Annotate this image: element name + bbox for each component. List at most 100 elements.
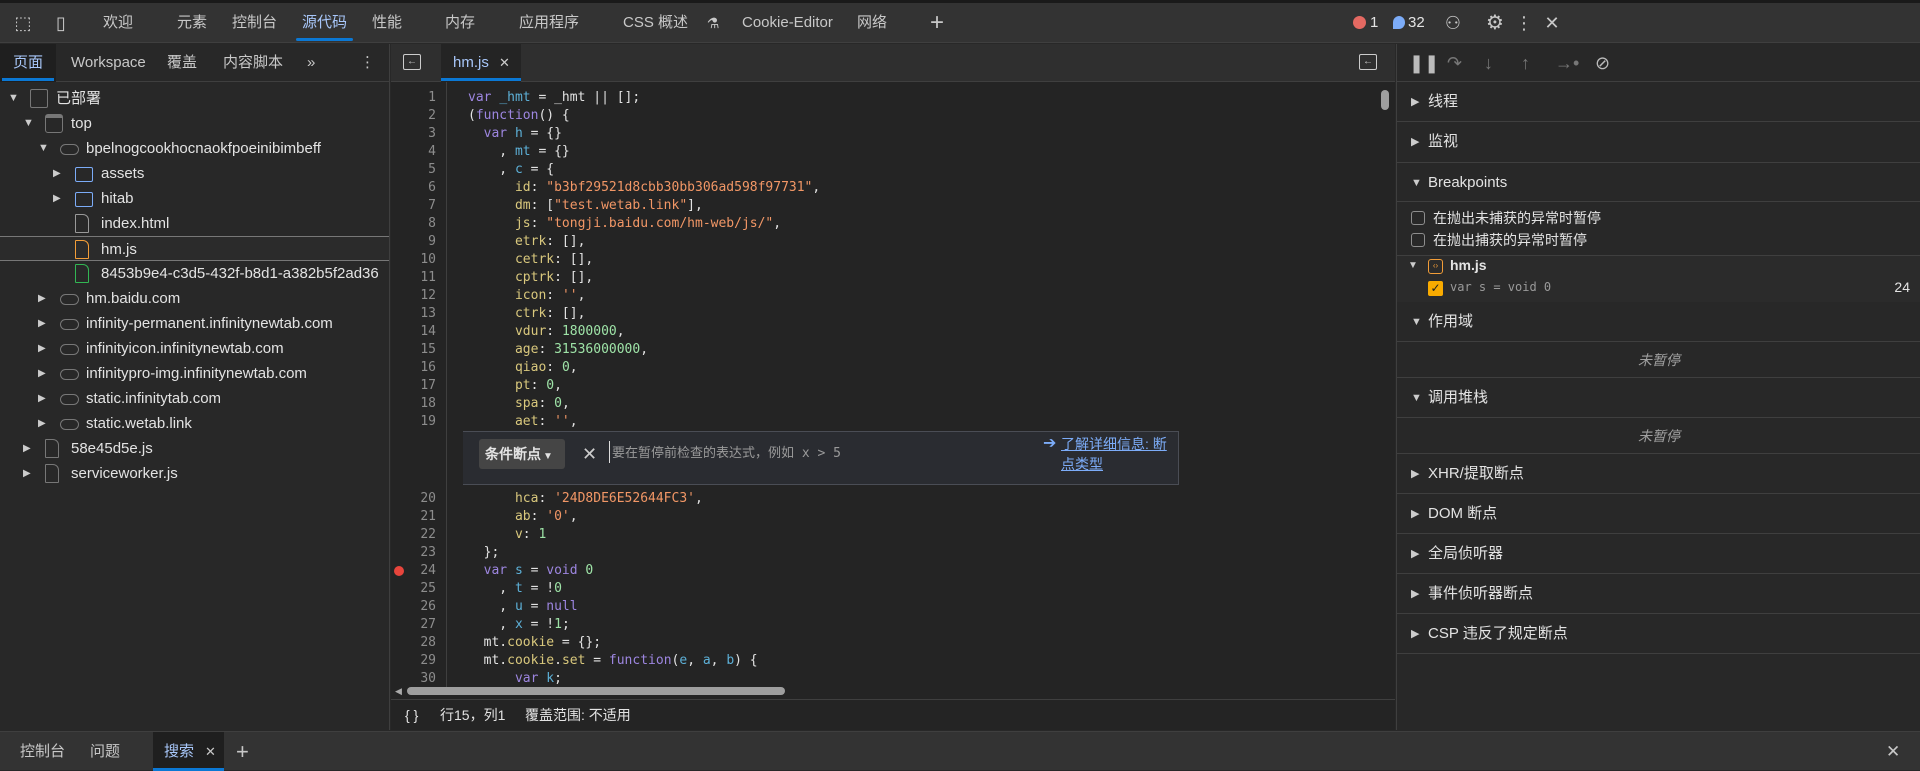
tree-item[interactable]: ▶ serviceworker.js	[0, 461, 389, 486]
line-number[interactable]: 9	[396, 233, 436, 251]
code-line[interactable]: var s = void 0	[468, 562, 594, 580]
navigator-menu-icon[interactable]: ⋮	[360, 44, 375, 82]
line-number[interactable]: 14	[396, 323, 436, 341]
line-number[interactable]: 11	[396, 269, 436, 287]
code-line[interactable]: var _hmt = _hmt || [];	[468, 89, 640, 107]
tab-performance[interactable]: 性能	[372, 3, 402, 43]
step-over-icon[interactable]: ↷	[1447, 44, 1462, 82]
code-line[interactable]: spa: 0,	[468, 395, 570, 413]
expand-arrow-icon[interactable]: ▶	[38, 386, 46, 411]
more-options-icon[interactable]: ⋮	[1515, 3, 1533, 43]
code-line[interactable]: mt.cookie = {};	[468, 634, 601, 652]
tree-item[interactable]: ▶ infinityicon.infinitynewtab.com	[0, 336, 389, 361]
line-number[interactable]: 29	[396, 652, 436, 670]
collapse-arrow-icon[interactable]: ▼	[1408, 260, 1418, 271]
pause-caught-checkbox[interactable]	[1411, 233, 1425, 247]
deactivate-breakpoints-icon[interactable]: ⊘	[1595, 44, 1610, 82]
expand-arrow-icon[interactable]: ▶	[38, 361, 46, 386]
line-number[interactable]: 5	[396, 161, 436, 179]
horizontal-scrollbar[interactable]: ◀	[391, 684, 1395, 699]
section-call-stack[interactable]: ▼ 调用堆栈	[1397, 378, 1920, 418]
toggle-navigator-icon[interactable]: ←	[403, 54, 421, 70]
line-number[interactable]: 21	[396, 508, 436, 526]
code-line[interactable]: id: "b3bf29521d8cbb30bb306ad598f97731",	[468, 179, 820, 197]
close-breakpoint-editor-icon[interactable]: ✕	[582, 439, 597, 469]
code-line[interactable]: js: "tongji.baidu.com/hm-web/js/",	[468, 215, 781, 233]
tree-item[interactable]: ▶ 58e45d5e.js	[0, 436, 389, 461]
error-count[interactable]: 1	[1370, 3, 1378, 43]
tab-network[interactable]: 网络	[857, 3, 887, 43]
breakpoint-marker-icon[interactable]	[394, 566, 404, 576]
expand-arrow-icon[interactable]: ▶	[38, 311, 46, 336]
tree-item[interactable]: ▶ hm.baidu.com	[0, 286, 389, 311]
section-scope[interactable]: ▼ 作用域	[1397, 302, 1920, 342]
line-number[interactable]: 8	[396, 215, 436, 233]
code-line[interactable]: var h = {}	[468, 125, 562, 143]
tree-item[interactable]: hm.js	[0, 236, 389, 261]
code-line[interactable]: , c = {	[468, 161, 554, 179]
drawer-tab-console[interactable]: 控制台	[20, 732, 65, 771]
line-number[interactable]: 16	[396, 359, 436, 377]
learn-more-link[interactable]: 了解详细信息: 断点类型	[1061, 434, 1178, 474]
line-number[interactable]: 20	[396, 490, 436, 508]
section-watch[interactable]: ▶ 监视	[1397, 122, 1920, 162]
tab-page[interactable]: 页面	[0, 44, 57, 82]
line-number[interactable]: 26	[396, 598, 436, 616]
code-line[interactable]: pt: 0,	[468, 377, 562, 395]
collapse-arrow-icon[interactable]: ▼	[38, 136, 49, 161]
line-number[interactable]: 12	[396, 287, 436, 305]
code-line[interactable]: icon: '',	[468, 287, 585, 305]
line-number[interactable]: 4	[396, 143, 436, 161]
tree-item[interactable]: 8453b9e4-c3d5-432f-b8d1-a382b5f2ad36	[0, 261, 389, 286]
add-drawer-tab-icon[interactable]: +	[236, 732, 249, 771]
editor-tab-hm-js[interactable]: hm.js ✕	[441, 44, 521, 82]
line-number[interactable]: 25	[396, 580, 436, 598]
code-line[interactable]: etrk: [],	[468, 233, 585, 251]
section-3[interactable]: ▶ 事件侦听器断点	[1397, 574, 1920, 614]
code-line[interactable]: v: 1	[468, 526, 546, 544]
expand-arrow-icon[interactable]: ▶	[38, 411, 46, 436]
code-line[interactable]: };	[468, 544, 500, 562]
step-icon[interactable]: →•	[1555, 44, 1579, 82]
tab-workspace[interactable]: Workspace	[71, 44, 146, 82]
breakpoint-enabled-checkbox[interactable]: ✓	[1428, 281, 1443, 296]
tree-item[interactable]: ▶ infinity-permanent.infinitynewtab.com	[0, 311, 389, 336]
vertical-scrollbar-thumb[interactable]	[1381, 90, 1389, 110]
section-threads[interactable]: ▶ 线程	[1397, 82, 1920, 122]
code-line[interactable]: dm: ["test.wetab.link"],	[468, 197, 703, 215]
settings-gear-icon[interactable]: ⚙	[1483, 3, 1507, 43]
inspect-element-icon[interactable]: ⬚	[10, 3, 36, 43]
code-line[interactable]: aet: '',	[468, 413, 578, 431]
tree-item[interactable]: ▼ top	[0, 111, 389, 136]
section-1[interactable]: ▶ DOM 断点	[1397, 494, 1920, 534]
line-number[interactable]: 23	[396, 544, 436, 562]
tree-item[interactable]: ▶ hitab	[0, 186, 389, 211]
line-number[interactable]: 2	[396, 107, 436, 125]
section-0[interactable]: ▶ XHR/提取断点	[1397, 454, 1920, 494]
code-line[interactable]: ctrk: [],	[468, 305, 585, 323]
device-toolbar-icon[interactable]: ▯	[48, 3, 74, 43]
breakpoint-code[interactable]: var s = void 0	[1450, 280, 1551, 294]
collapse-arrow-icon[interactable]: ▼	[23, 111, 34, 136]
code-line[interactable]: age: 31536000000,	[468, 341, 648, 359]
tree-item[interactable]: ▶ static.infinitytab.com	[0, 386, 389, 411]
code-line[interactable]: , x = !1;	[468, 616, 569, 634]
message-count[interactable]: 32	[1408, 3, 1425, 43]
step-into-icon[interactable]: ↓	[1484, 44, 1493, 82]
line-number[interactable]: 22	[396, 526, 436, 544]
tab-content-scripts[interactable]: 内容脚本	[223, 44, 283, 82]
expand-arrow-icon[interactable]: ▶	[23, 461, 31, 486]
collapse-arrow-icon[interactable]: ▼	[8, 86, 19, 111]
tab-console[interactable]: 控制台	[232, 3, 277, 43]
expand-arrow-icon[interactable]: ▶	[53, 161, 61, 186]
section-breakpoints[interactable]: ▼ Breakpoints	[1397, 162, 1920, 202]
toggle-debugger-icon[interactable]: ←	[1359, 54, 1377, 70]
tab-welcome[interactable]: 欢迎	[103, 3, 133, 43]
close-drawer-icon[interactable]: ✕	[1886, 732, 1900, 771]
code-line[interactable]: , u = null	[468, 598, 577, 616]
tree-item[interactable]: ▶ infinitypro-img.infinitynewtab.com	[0, 361, 389, 386]
more-tabs-icon[interactable]: »	[307, 44, 315, 82]
code-line[interactable]: , t = !0	[468, 580, 562, 598]
drawer-tab-search[interactable]: 搜索 ✕	[153, 732, 224, 771]
code-line[interactable]: hca: '24D8DE6E52644FC3',	[468, 490, 703, 508]
